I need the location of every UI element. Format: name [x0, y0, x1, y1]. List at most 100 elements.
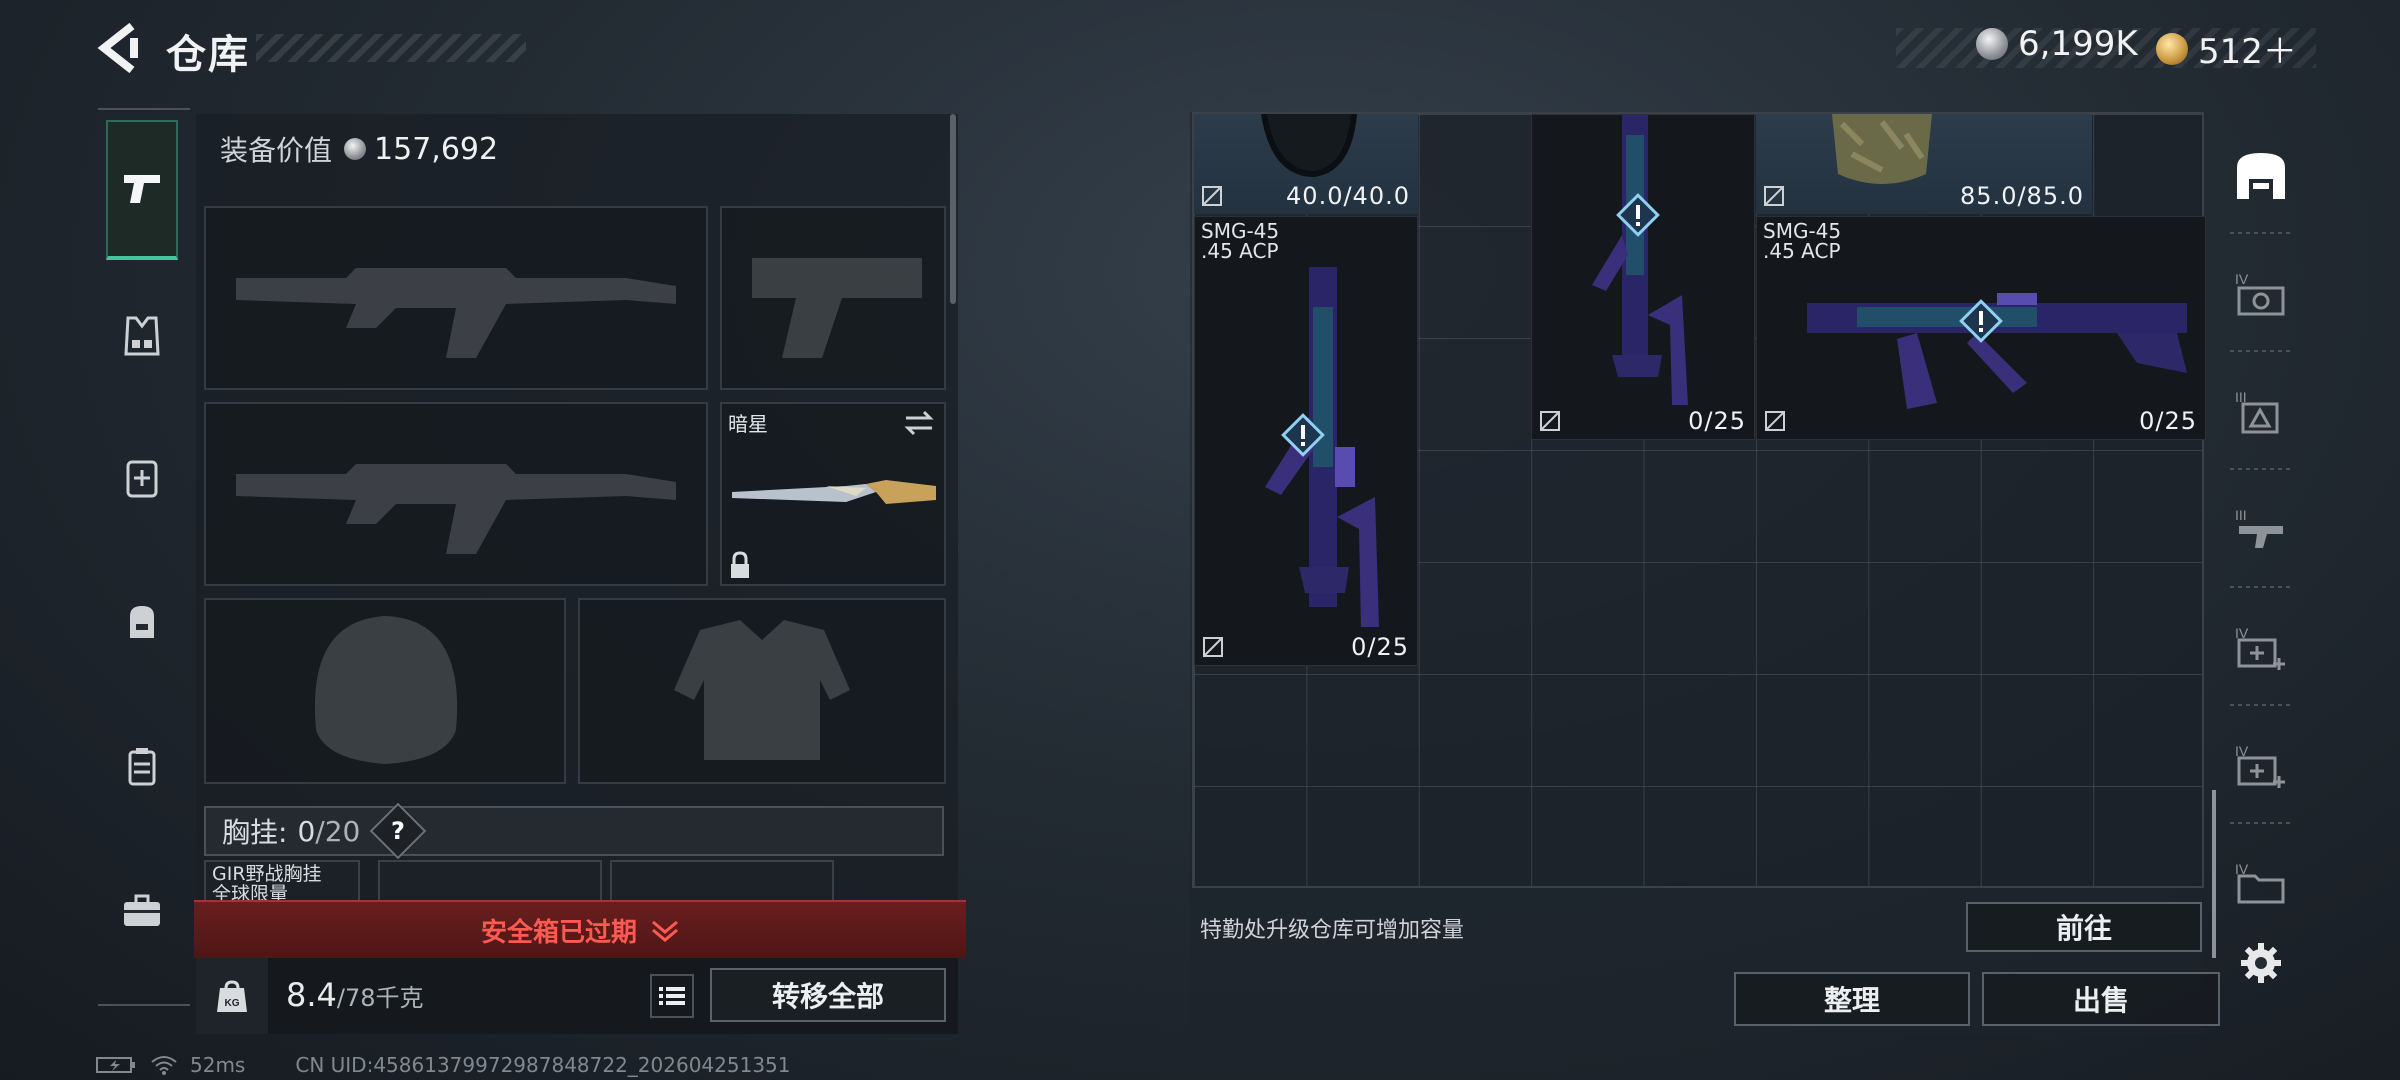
primary-weapon-slot-2[interactable]	[204, 402, 708, 586]
chest-rig-item[interactable]: GIR野战胸挂 全球限量	[204, 860, 360, 904]
safe-box-expired-bar[interactable]: 安全箱已过期	[194, 900, 966, 958]
chest-rig-used: 0	[297, 814, 316, 848]
weight-max: /78千克	[336, 984, 424, 1012]
chevron-down-icon	[652, 920, 678, 942]
storage-scrollbar[interactable]	[2212, 790, 2216, 958]
item-ammo-count: 0/25	[1688, 407, 1746, 435]
no-drop-icon	[1765, 411, 1785, 431]
transfer-all-button[interactable]: 转移全部	[710, 968, 946, 1022]
warning-icon	[1959, 299, 2003, 343]
case-icon	[128, 748, 156, 786]
category-tab-strip	[98, 108, 190, 1008]
tab-backpack[interactable]	[106, 552, 178, 692]
no-drop-icon	[1764, 186, 1784, 206]
add-case-icon: IV	[2235, 743, 2285, 788]
help-icon: ?	[391, 816, 406, 845]
item-durability: 85.0/85.0	[1960, 182, 2084, 210]
chest-rig-help-button[interactable]: ?	[370, 802, 427, 860]
storage-tabs-rail: IV III III IV IV IV	[2218, 108, 2304, 983]
tab-storage-expansion[interactable]: III	[2218, 474, 2304, 584]
item-durability: 40.0/40.0	[1286, 182, 1410, 210]
safe-box-status: 安全箱已过期	[480, 917, 637, 948]
no-drop-icon	[1203, 637, 1223, 657]
tab-chest-rig[interactable]	[106, 408, 178, 548]
primary-weapon-slot-1[interactable]	[204, 206, 708, 390]
sort-button[interactable]: 整理	[1734, 972, 1970, 1026]
swap-icon[interactable]	[902, 408, 936, 438]
loadout-panel: 装备价值 157,692 暗星 胸挂: 0 /20 ? GIR野战胸挂 全球限量…	[194, 114, 966, 1034]
vest-icon	[124, 316, 160, 356]
silver-amount: 6,199K	[2018, 24, 2138, 64]
sidearm-slot[interactable]	[720, 206, 946, 390]
tab-toolbox[interactable]	[106, 840, 178, 980]
goto-button[interactable]: 前往	[1966, 902, 2202, 952]
chest-rig-sub-slot[interactable]	[378, 860, 602, 900]
body-armor-slot[interactable]	[578, 598, 946, 784]
warning-icon	[1281, 413, 1325, 457]
pistol-icon	[124, 175, 160, 203]
triangle-case-icon: III	[2235, 389, 2279, 434]
equipment-value-row: 装备价值 157,692	[196, 114, 958, 184]
chest-rig-capacity: /20	[315, 814, 361, 848]
weight-icon-text: KG	[225, 998, 240, 1009]
no-drop-icon	[1540, 411, 1560, 431]
back-button[interactable]	[96, 20, 144, 76]
tab-storage-expansion[interactable]: III	[2218, 356, 2304, 466]
storage-item[interactable]: SMG-45 .45 ACP 0/25	[1194, 216, 1418, 666]
item-ammo-count: 0/25	[1351, 633, 1409, 661]
item-ammo-count: 0/25	[2139, 407, 2197, 435]
warehouse-icon	[2237, 153, 2285, 199]
equipment-value: 157,692	[374, 131, 499, 167]
tier-label: III	[2235, 507, 2247, 523]
armor-silhouette-icon	[674, 620, 850, 760]
add-case-icon: IV	[2235, 625, 2285, 670]
helmet-slot[interactable]	[204, 598, 566, 784]
loadout-footer: KG 8.4/78千克 转移全部	[196, 958, 958, 1034]
tab-storage-expansion[interactable]: IV	[2218, 592, 2304, 702]
battery-icon	[96, 1057, 135, 1073]
tier-label: IV	[2235, 271, 2249, 287]
item-ammo-type: .45 ACP	[1201, 239, 1279, 263]
tab-storage-expansion[interactable]: IV	[2218, 710, 2304, 820]
tab-main-storage[interactable]	[2218, 120, 2304, 230]
upgrade-hint: 特勤处升级仓库可增加容量	[1200, 918, 1465, 943]
weight-indicator: KG	[196, 958, 268, 1034]
melee-slot[interactable]: 暗星	[720, 402, 946, 586]
weight-current: 8.4	[286, 976, 337, 1014]
chest-rig-item-name: GIR野战胸挂	[212, 863, 322, 885]
sell-button[interactable]: 出售	[1982, 972, 2220, 1026]
rifle-silhouette-icon	[236, 268, 676, 358]
gear-icon	[2241, 943, 2281, 983]
gold-amount: 512＋	[2198, 32, 2297, 72]
chest-rig-sub-slot[interactable]	[610, 860, 834, 900]
storage-grid[interactable]: 40.0/40.0 0/25 85.0/85.0 SMG-45 .45 ACP …	[1192, 112, 2206, 888]
gold-currency[interactable]: 512＋	[2156, 24, 2297, 73]
storage-item[interactable]: 40.0/40.0	[1194, 114, 1418, 214]
knife-icon	[732, 480, 936, 504]
smg-item-icon	[1592, 115, 1688, 405]
folder-case-icon: IV	[2235, 861, 2285, 904]
tab-armor[interactable]	[106, 266, 178, 406]
tab-safe-box[interactable]	[106, 696, 178, 836]
pistol-silhouette-icon	[752, 258, 922, 358]
tab-storage-expansion[interactable]: IV	[2218, 238, 2304, 348]
loadout-scrollbar[interactable]	[950, 114, 956, 304]
list-view-button[interactable]	[650, 974, 694, 1018]
page-title: 仓库	[166, 32, 250, 78]
ping-value: 52ms	[190, 1053, 246, 1077]
status-bar: 52ms CN UID:45861379972987848722_2026042…	[96, 1052, 791, 1078]
wifi-icon	[151, 1056, 177, 1075]
tab-weapons[interactable]	[106, 120, 178, 260]
list-icon	[659, 987, 685, 1005]
equipment-value-label: 装备价值	[220, 134, 333, 167]
storage-item[interactable]: 85.0/85.0	[1756, 114, 2092, 214]
title-decoration	[256, 34, 526, 62]
storage-panel: 40.0/40.0 0/25 85.0/85.0 SMG-45 .45 ACP …	[1190, 112, 2220, 1034]
backpack-icon	[130, 606, 154, 638]
silver-coin-icon	[344, 138, 367, 160]
silver-coin-icon	[1976, 28, 2008, 60]
silver-currency[interactable]: 6,199K	[1976, 24, 2138, 64]
storage-item[interactable]: 0/25	[1531, 114, 1755, 440]
settings-button[interactable]	[2218, 918, 2304, 1008]
storage-item[interactable]: SMG-45 .45 ACP 0/25	[1756, 216, 2206, 440]
